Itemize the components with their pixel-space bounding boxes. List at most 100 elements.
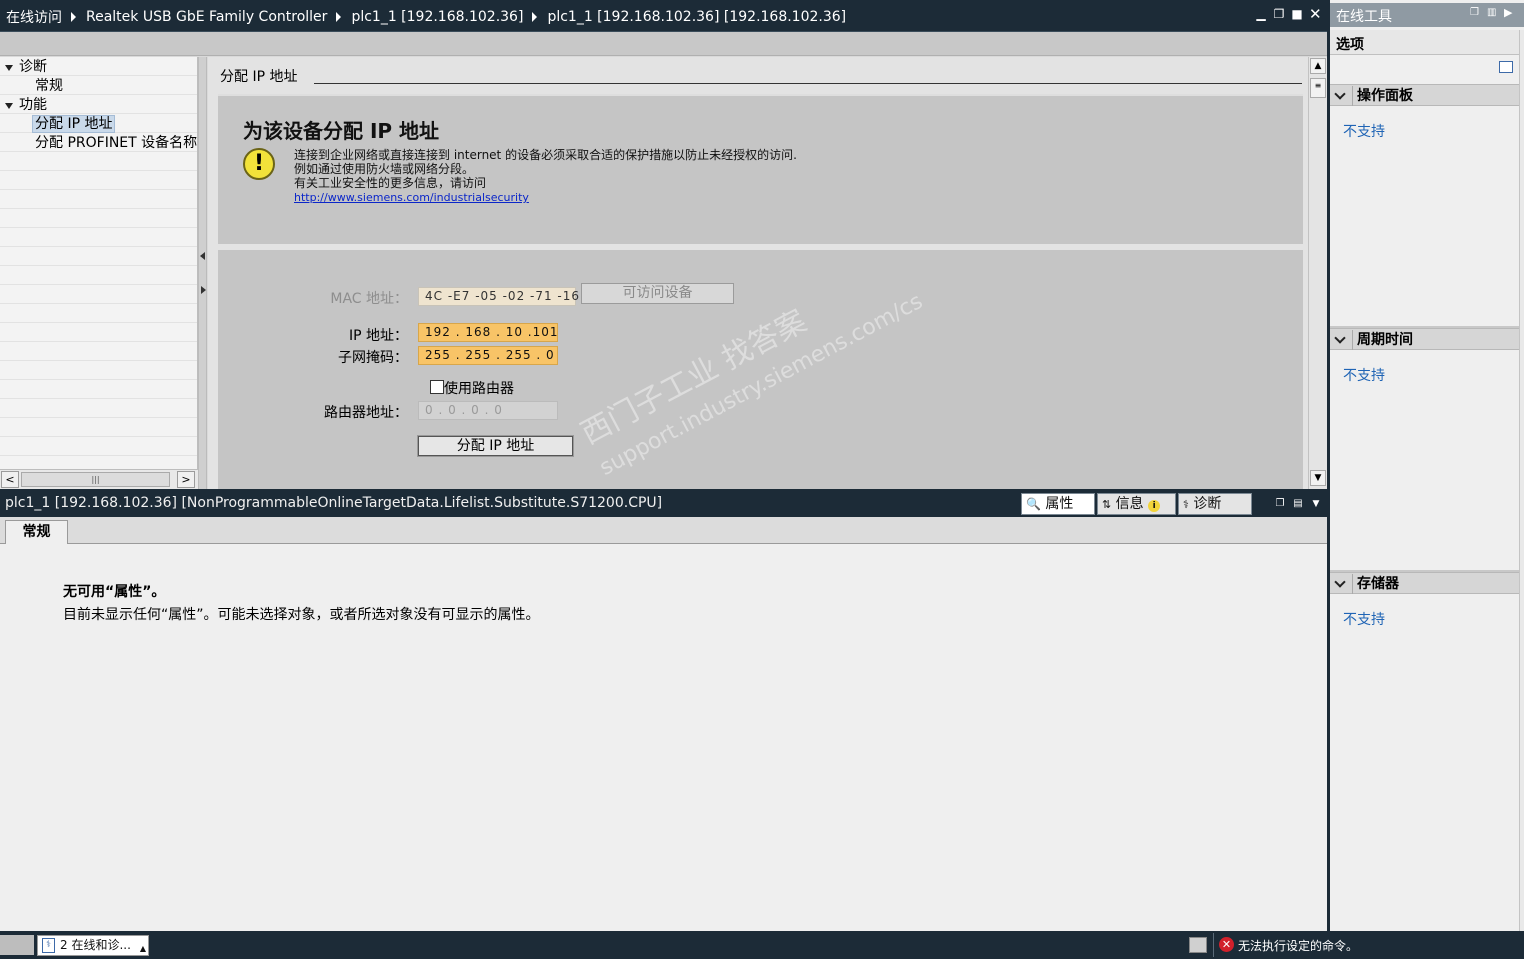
security-line-1: 连接到企业网络或直接连接到 internet 的设备必须采取合适的保护措施以防止…: [294, 148, 797, 162]
scroll-thumb[interactable]: |||: [21, 472, 170, 487]
window-controls: ▁ ❐ ■ ✕: [1255, 7, 1322, 22]
portal-view-button[interactable]: [0, 935, 34, 955]
document-icon[interactable]: [1189, 937, 1207, 953]
editor-titlebar: 在线访问 Realtek USB GbE Family Controller p…: [0, 0, 1327, 32]
ip-address-input[interactable]: 192 . 168 . 10 .101: [418, 323, 558, 342]
right-edge-tabs: [1519, 30, 1524, 931]
chevron-down-icon[interactable]: [1334, 332, 1346, 344]
float-icon[interactable]: ❐: [1274, 498, 1286, 510]
editor-toolbar: [0, 32, 1327, 56]
subnet-mask-input[interactable]: 255 . 255 . 255 . 0: [418, 346, 558, 365]
inspector-window-controls: ❐ ▤ ▼: [1274, 498, 1322, 510]
breadcrumb-item[interactable]: plc1_1 [192.168.102.36] [192.168.102.36]: [547, 9, 846, 25]
panel-view-icon[interactable]: [1499, 61, 1513, 73]
expand-triangle-icon[interactable]: [5, 103, 13, 109]
close-icon[interactable]: ✕: [1309, 7, 1322, 22]
tab-diagnostics[interactable]: ⚕ 诊断: [1178, 493, 1252, 515]
scroll-down-icon[interactable]: ▼: [1310, 470, 1326, 486]
breadcrumb-item[interactable]: plc1_1 [192.168.102.36]: [351, 9, 523, 25]
mac-label: MAC 地址：: [330, 291, 408, 307]
chevron-down-icon[interactable]: [1334, 576, 1346, 588]
diagnostics-icon: ⚕: [1183, 498, 1189, 511]
diagnostics-icon: ⚕: [42, 938, 55, 953]
no-properties-heading: 无可用“属性”。: [63, 584, 166, 600]
assign-ip-button[interactable]: 分配 IP 地址: [417, 435, 574, 457]
chevron-up-icon[interactable]: ▲: [140, 939, 146, 958]
float-icon[interactable]: ❐: [1470, 7, 1479, 18]
breadcrumb-arrow-icon: [336, 12, 342, 22]
inspector-body: 无可用“属性”。 目前未显示任何“属性”。可能未选择对象，或者所选对象没有可显示…: [0, 544, 1327, 931]
breadcrumb-item[interactable]: 在线访问: [6, 7, 62, 27]
status-bar: ⚕ 2 在线和诊... ▲ ✕ 无法执行设定的命令。: [0, 931, 1524, 959]
ip-label: IP 地址：: [348, 328, 408, 344]
inspector-path: plc1_1 [192.168.102.36] [NonProgrammable…: [5, 495, 663, 511]
float-icon[interactable]: ❐: [1273, 8, 1285, 20]
inspector-subtabs: 常规: [0, 517, 1327, 544]
cycle-time-status: 不支持: [1343, 368, 1385, 384]
ip-form-box: [218, 250, 1303, 489]
use-router-checkbox[interactable]: [430, 380, 444, 394]
separator: [1213, 933, 1214, 957]
tree-horizontal-scrollbar[interactable]: < ||| >: [0, 469, 198, 489]
chevron-down-icon[interactable]: ▼: [1310, 498, 1322, 510]
layout-icon[interactable]: ▤: [1292, 498, 1304, 510]
operator-panel-status: 不支持: [1343, 124, 1385, 140]
online-tools-titlebar: 在线工具 ❐ ▥ ▶: [1330, 3, 1524, 27]
scroll-up-icon[interactable]: ▲: [1310, 58, 1326, 74]
no-properties-description: 目前未显示任何“属性”。可能未选择对象，或者所选对象没有可显示的属性。: [63, 607, 540, 623]
breadcrumb: 在线访问 Realtek USB GbE Family Controller p…: [6, 7, 846, 27]
breadcrumb-arrow-icon: [71, 12, 76, 22]
expand-triangle-icon[interactable]: [5, 65, 13, 71]
breadcrumb-arrow-icon: [532, 12, 538, 22]
breadcrumb-item[interactable]: Realtek USB GbE Family Controller: [86, 9, 327, 25]
memory-status: 不支持: [1343, 612, 1385, 628]
router-label: 路由器地址：: [324, 405, 408, 421]
collapse-right-icon[interactable]: ▶: [1504, 6, 1512, 19]
security-message: 连接到企业网络或直接连接到 internet 的设备必须采取合适的保护措施以防止…: [294, 148, 797, 205]
mac-field: 4C -E7 -05 -02 -71 -16: [418, 287, 579, 306]
section-operator-panel[interactable]: 操作面板: [1330, 84, 1519, 106]
router-address-input: 0 . 0 . 0 . 0: [418, 401, 558, 420]
collapse-left-icon[interactable]: [200, 252, 205, 260]
section-memory[interactable]: 存储器: [1330, 572, 1519, 594]
online-tools-title: 在线工具: [1336, 9, 1392, 25]
accessible-devices-button[interactable]: 可访问设备: [581, 283, 734, 304]
subnet-label: 子网掩码：: [338, 350, 408, 366]
chevron-down-icon[interactable]: [1334, 88, 1346, 100]
tree-item-assign-profinet-name[interactable]: 分配 PROFINET 设备名称: [35, 134, 197, 153]
options-bar: 选项: [1330, 30, 1524, 55]
tree-item-diagnostics[interactable]: 诊断: [0, 58, 47, 77]
minimize-icon[interactable]: ▁: [1255, 8, 1267, 20]
options-title: 选项: [1336, 37, 1364, 53]
properties-icon: 🔍: [1026, 497, 1041, 511]
tab-properties[interactable]: 🔍 属性: [1021, 493, 1095, 515]
tab-info[interactable]: ⇅ 信息 i: [1097, 493, 1176, 515]
maximize-icon[interactable]: ■: [1291, 8, 1303, 20]
tree-item-general[interactable]: 常规: [35, 77, 63, 96]
warning-icon: !: [243, 148, 275, 180]
status-message[interactable]: 无法执行设定的命令。: [1238, 937, 1358, 954]
taskbar-item-online-diagnostics[interactable]: ⚕ 2 在线和诊... ▲: [37, 935, 149, 956]
section-divider: [314, 83, 1302, 84]
use-router-label[interactable]: 使用路由器: [444, 378, 514, 398]
security-link[interactable]: http://www.siemens.com/industrialsecurit…: [294, 191, 529, 204]
layout-icon[interactable]: ▥: [1487, 7, 1496, 18]
subtab-general[interactable]: 常规: [5, 520, 68, 544]
tree-item-assign-ip[interactable]: 分配 IP 地址: [32, 115, 116, 134]
scroll-right-icon[interactable]: >: [177, 471, 195, 488]
section-cycle-time[interactable]: 周期时间: [1330, 328, 1519, 350]
content-vertical-scrollbar[interactable]: ▲ ≡ ▼: [1308, 57, 1327, 489]
inspector-titlebar: plc1_1 [192.168.102.36] [NonProgrammable…: [0, 489, 1327, 517]
security-line-2: 例如通过使用防火墙或网络分段。: [294, 162, 475, 176]
expand-right-icon[interactable]: [201, 286, 206, 294]
info-badge-icon: i: [1148, 500, 1161, 512]
function-tree: 诊断 常规 功能 分配 IP 地址 分配 PROFINET 设备名称: [0, 57, 198, 469]
info-tab-icon: ⇅: [1102, 498, 1112, 511]
security-line-3: 有关工业安全性的更多信息，请访问: [294, 176, 487, 190]
tree-item-functions[interactable]: 功能: [0, 96, 47, 115]
panel-splitter[interactable]: [198, 57, 207, 489]
scroll-left-icon[interactable]: <: [1, 471, 19, 488]
section-title: 分配 IP 地址: [220, 69, 298, 85]
scroll-thumb[interactable]: ≡: [1310, 78, 1326, 98]
page-title: 为该设备分配 IP 地址: [243, 119, 440, 143]
